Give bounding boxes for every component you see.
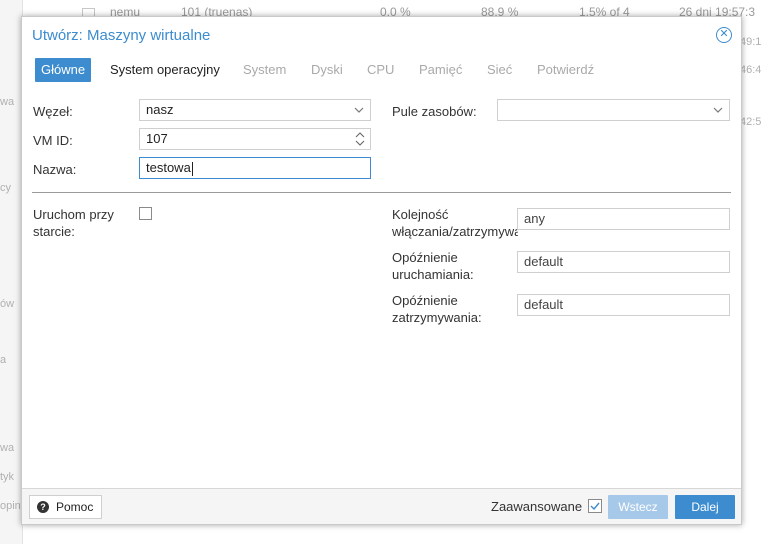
advanced-label: Zaawansowane bbox=[491, 499, 583, 514]
dialog-title: Utwórz: Maszyny wirtualne bbox=[32, 27, 211, 44]
text-cursor bbox=[191, 161, 193, 176]
background-fragment: cy bbox=[0, 182, 11, 194]
name-input[interactable]: testowa bbox=[139, 157, 371, 179]
shutdown-delay-label-line2: zatrzymywania: bbox=[392, 310, 482, 325]
dialog-footer: ? Pomoc Zaawansowane Wstecz Dalej bbox=[22, 488, 741, 524]
tab-general[interactable]: Główne bbox=[35, 58, 92, 82]
create-vm-dialog: Utwórz: Maszyny wirtualne ✕ Główne Syste… bbox=[21, 16, 742, 525]
node-label: Węzeł: bbox=[33, 104, 73, 119]
order-input[interactable]: any bbox=[517, 208, 730, 230]
question-icon: ? bbox=[37, 501, 49, 513]
form-separator bbox=[32, 192, 731, 193]
shutdown-delay-value: default bbox=[524, 297, 564, 312]
vmid-value: 107 bbox=[146, 131, 168, 146]
spinner-arrows[interactable] bbox=[355, 130, 365, 148]
background-fragment: 49:1 bbox=[740, 36, 762, 48]
background-fragment: ów bbox=[0, 298, 15, 310]
tab-system: System bbox=[243, 62, 287, 77]
order-label-line2: włączania/zatrzymywa bbox=[392, 224, 518, 239]
startup-delay-label-line1: Opóźnienie bbox=[392, 250, 458, 265]
back-button: Wstecz bbox=[608, 495, 668, 519]
startup-delay-input[interactable]: default bbox=[517, 251, 730, 273]
tab-disks: Dyski bbox=[311, 62, 343, 77]
background-fragment: wa bbox=[0, 442, 15, 454]
onboot-label-line2: starcie: bbox=[33, 224, 75, 239]
vmid-spinner[interactable]: 107 bbox=[139, 128, 371, 150]
order-value: any bbox=[524, 211, 545, 226]
tab-os[interactable]: System operacyjny bbox=[110, 58, 220, 82]
chevron-down-icon[interactable] bbox=[713, 103, 723, 117]
startup-delay-value: default bbox=[524, 254, 564, 269]
name-label: Nazwa: bbox=[33, 162, 77, 177]
background-fragment: a bbox=[0, 354, 7, 366]
wizard-tabs: Główne System operacyjny System Dyski CP… bbox=[22, 58, 741, 84]
tab-network: Sieć bbox=[487, 62, 513, 77]
next-button[interactable]: Dalej bbox=[675, 495, 735, 519]
background-fragment: wa bbox=[0, 96, 15, 108]
background-fragment: opin bbox=[0, 500, 21, 512]
onboot-checkbox[interactable] bbox=[139, 207, 152, 220]
background-sidebar bbox=[0, 0, 23, 544]
pool-select[interactable] bbox=[497, 99, 730, 121]
order-label-line1: Kolejność bbox=[392, 207, 449, 222]
chevron-down-icon[interactable] bbox=[354, 103, 364, 117]
tab-cpu: CPU bbox=[367, 62, 395, 77]
node-value: nasz bbox=[146, 102, 174, 117]
chevron-up-icon[interactable] bbox=[355, 130, 365, 139]
node-select[interactable]: nasz bbox=[139, 99, 371, 121]
background-fragment: 42:5 bbox=[740, 116, 762, 128]
pool-label: Pule zasobów: bbox=[392, 104, 477, 119]
dialog-titlebar[interactable]: Utwórz: Maszyny wirtualne ✕ bbox=[22, 17, 741, 53]
chevron-down-icon[interactable] bbox=[355, 139, 365, 148]
vmid-label: VM ID: bbox=[33, 133, 73, 148]
help-button[interactable]: ? Pomoc bbox=[29, 495, 102, 519]
checkmark-icon bbox=[590, 502, 600, 511]
tab-memory: Pamięć bbox=[419, 62, 463, 77]
name-value: testowa bbox=[146, 160, 191, 175]
close-icon[interactable]: ✕ bbox=[716, 27, 732, 43]
background-fragment: tyk bbox=[0, 471, 15, 483]
help-button-label: Pomoc bbox=[56, 500, 94, 514]
onboot-label-line1: Uruchom przy bbox=[33, 207, 114, 222]
advanced-checkbox[interactable] bbox=[588, 499, 602, 513]
shutdown-delay-label-line1: Opóźnienie bbox=[392, 293, 458, 308]
shutdown-delay-input[interactable]: default bbox=[517, 294, 730, 316]
background-fragment: 46:4 bbox=[740, 64, 762, 76]
tab-confirm: Potwierdź bbox=[537, 62, 595, 77]
startup-delay-label-line2: uruchamiania: bbox=[392, 267, 474, 282]
